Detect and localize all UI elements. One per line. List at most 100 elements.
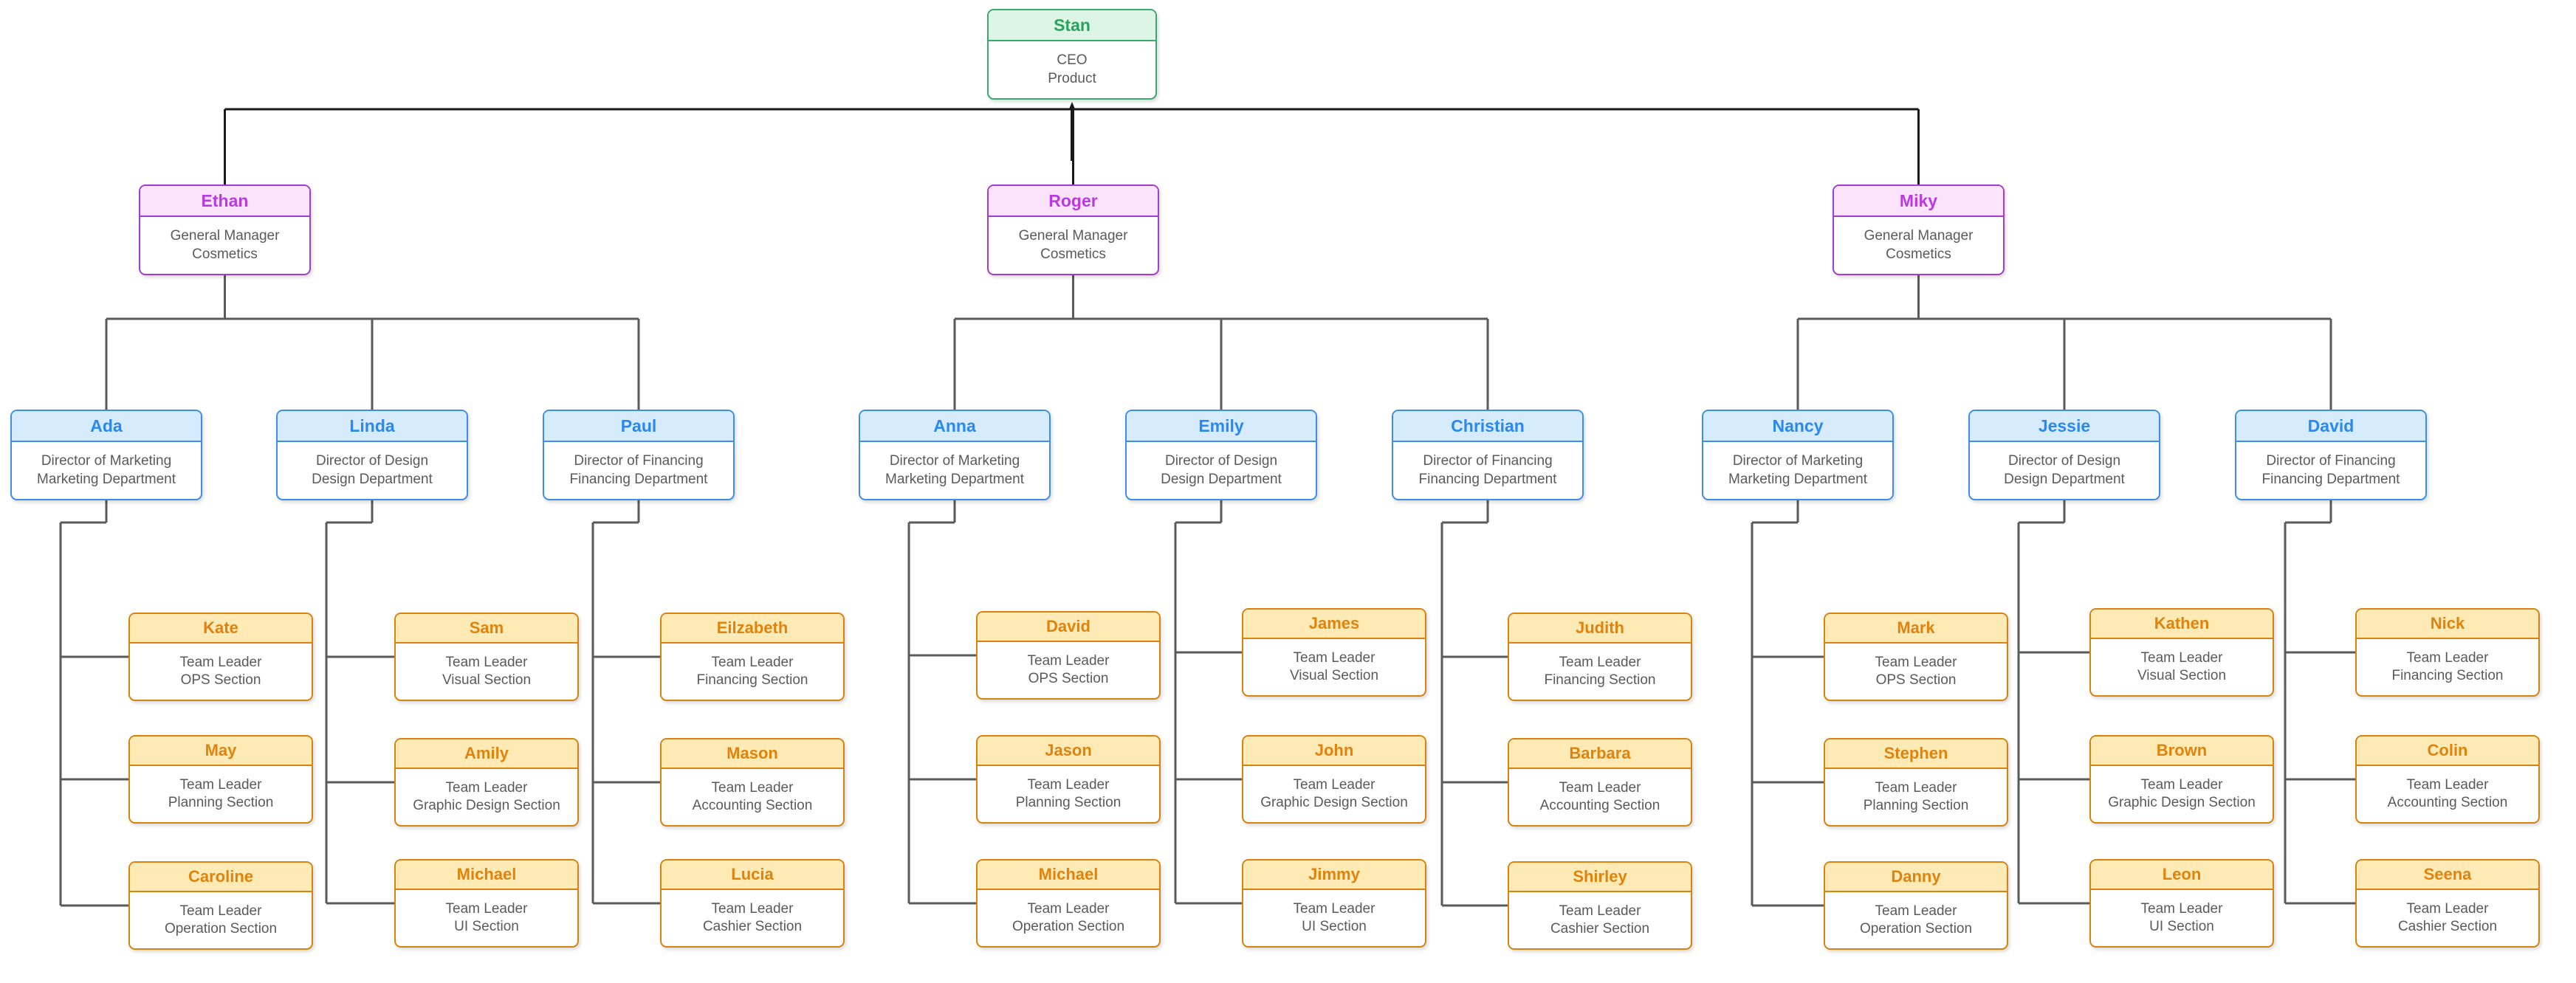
org-node-jimmy[interactable]: Jimmy Team Leader UI Section xyxy=(1242,859,1426,948)
org-node-danny[interactable]: Danny Team Leader Operation Section xyxy=(1824,861,2008,950)
org-node-name: Brown xyxy=(2091,737,2273,766)
org-node-brown[interactable]: Brown Team Leader Graphic Design Section xyxy=(2089,735,2274,824)
org-node-roger[interactable]: Roger General Manager Cosmetics xyxy=(987,184,1159,275)
org-node-details: Team Leader Graphic Design Section xyxy=(2091,766,2273,822)
org-node-unit: Financing Section xyxy=(2391,668,2504,684)
org-node-amily[interactable]: Amily Team Leader Graphic Design Section xyxy=(394,738,579,827)
org-node-unit: Cosmetics xyxy=(1886,246,1951,262)
org-node-stan[interactable]: Stan CEO Product xyxy=(987,9,1157,100)
org-node-leon[interactable]: Leon Team Leader UI Section xyxy=(2089,859,2274,948)
org-node-title: Team Leader xyxy=(2140,649,2223,666)
org-node-details: Team Leader Accounting Section xyxy=(662,769,843,825)
org-node-details: Team Leader Planning Section xyxy=(130,766,312,822)
org-node-details: Director of Financing Financing Departmen… xyxy=(544,442,733,499)
org-node-name: Stan xyxy=(989,10,1155,41)
org-node-name: John xyxy=(1243,737,1425,766)
org-node-details: Team Leader UI Section xyxy=(2091,890,2273,946)
org-node-may[interactable]: May Team Leader Planning Section xyxy=(128,735,313,824)
org-node-unit: OPS Section xyxy=(180,672,261,689)
org-node-david-ops[interactable]: David Team Leader OPS Section xyxy=(976,611,1161,700)
org-node-michael-ops[interactable]: Michael Team Leader Operation Section xyxy=(976,859,1161,948)
org-node-title: Team Leader xyxy=(1875,779,1957,796)
org-node-title: Team Leader xyxy=(1875,654,1957,670)
org-node-ada[interactable]: Ada Director of Marketing Marketing Depart… xyxy=(10,410,202,500)
org-node-jason[interactable]: Jason Team Leader Planning Section xyxy=(976,735,1161,824)
org-node-name: Barbara xyxy=(1509,739,1691,769)
org-node-title: Team Leader xyxy=(2406,776,2489,793)
org-node-nancy[interactable]: Nancy Director of Marketing Marketing Depa… xyxy=(1702,410,1894,500)
org-node-details: Team Leader OPS Section xyxy=(978,642,1159,698)
org-node-name: Stephen xyxy=(1825,739,2007,769)
org-node-colin[interactable]: Colin Team Leader Accounting Section xyxy=(2355,735,2540,824)
org-node-emily[interactable]: Emily Director of Design Design Department xyxy=(1125,410,1317,500)
org-node-details: Director of Marketing Marketing Departmen… xyxy=(860,442,1049,499)
org-node-details: Team Leader Operation Section xyxy=(978,890,1159,946)
org-node-unit: Cosmetics xyxy=(192,246,258,262)
org-node-name: Colin xyxy=(2357,737,2538,766)
org-node-ethan[interactable]: Ethan General Manager Cosmetics xyxy=(139,184,311,275)
org-node-unit: Visual Section xyxy=(442,672,532,689)
org-node-name: Kathen xyxy=(2091,610,2273,639)
org-node-mark[interactable]: Mark Team Leader OPS Section xyxy=(1824,613,2008,701)
org-node-miky[interactable]: Miky General Manager Cosmetics xyxy=(1833,184,2005,275)
org-node-unit: OPS Section xyxy=(1875,672,1957,689)
org-node-details: Team Leader Cashier Section xyxy=(662,890,843,946)
org-node-title: Team Leader xyxy=(1559,779,1641,796)
org-node-paul[interactable]: Paul Director of Financing Financing Depar… xyxy=(543,410,735,500)
org-node-details: General Manager Cosmetics xyxy=(989,217,1158,274)
org-node-stephen[interactable]: Stephen Team Leader Planning Section xyxy=(1824,738,2008,827)
org-node-name: Ethan xyxy=(140,186,309,217)
org-node-name: Mark xyxy=(1825,614,2007,644)
org-node-michael-design[interactable]: Michael Team Leader UI Section xyxy=(394,859,579,948)
org-node-title: Team Leader xyxy=(1027,900,1110,917)
org-node-unit: Visual Section xyxy=(1289,668,1379,684)
org-node-lucia[interactable]: Lucia Team Leader Cashier Section xyxy=(660,859,845,948)
org-node-mason[interactable]: Mason Team Leader Accounting Section xyxy=(660,738,845,827)
org-node-name: Ada xyxy=(12,411,201,442)
org-node-unit: Visual Section xyxy=(2137,668,2227,684)
org-node-unit: Accounting Section xyxy=(692,798,813,814)
org-node-jessie[interactable]: Jessie Director of Design Design Departmen… xyxy=(1968,410,2160,500)
org-node-details: Team Leader UI Section xyxy=(396,890,577,946)
org-node-john[interactable]: John Team Leader Graphic Design Section xyxy=(1242,735,1426,824)
org-node-name: Emily xyxy=(1127,411,1316,442)
org-node-title: Team Leader xyxy=(1027,776,1110,793)
org-node-shirley[interactable]: Shirley Team Leader Cashier Section xyxy=(1508,861,1692,950)
org-node-sam[interactable]: Sam Team Leader Visual Section xyxy=(394,613,579,701)
org-node-kathen[interactable]: Kathen Team Leader Visual Section xyxy=(2089,608,2274,697)
org-node-christian[interactable]: Christian Director of Financing Financing … xyxy=(1392,410,1584,500)
org-node-linda[interactable]: Linda Director of Design Design Department xyxy=(276,410,468,500)
org-node-title: Director of Design xyxy=(315,453,429,469)
org-node-unit: Planning Section xyxy=(1015,795,1122,811)
org-node-details: Director of Design Design Department xyxy=(1970,442,2159,499)
org-node-david-dir[interactable]: David Director of Financing Financing Depa… xyxy=(2235,410,2427,500)
org-node-name: Danny xyxy=(1825,863,2007,892)
org-node-unit: Marketing Department xyxy=(885,471,1024,487)
org-node-name: Linda xyxy=(278,411,467,442)
org-node-details: Team Leader Financing Section xyxy=(1509,644,1691,700)
org-node-eilzabeth[interactable]: Eilzabeth Team Leader Financing Section xyxy=(660,613,845,701)
org-node-name: Kate xyxy=(130,614,312,644)
org-node-james[interactable]: James Team Leader Visual Section xyxy=(1242,608,1426,697)
org-node-title: Director of Marketing xyxy=(41,453,172,469)
org-node-details: Director of Design Design Department xyxy=(278,442,467,499)
org-node-anna[interactable]: Anna Director of Marketing Marketing Depar… xyxy=(859,410,1051,500)
org-node-title: Team Leader xyxy=(445,779,528,796)
org-node-judith[interactable]: Judith Team Leader Financing Section xyxy=(1508,613,1692,701)
org-node-barbara[interactable]: Barbara Team Leader Accounting Section xyxy=(1508,738,1692,827)
org-node-caroline[interactable]: Caroline Team Leader Operation Section xyxy=(128,861,313,950)
org-node-unit: Operation Section xyxy=(1859,921,1973,937)
org-node-unit: Graphic Design Section xyxy=(413,798,560,814)
org-node-unit: UI Section xyxy=(454,919,519,935)
org-node-details: Director of Marketing Marketing Departmen… xyxy=(12,442,201,499)
org-node-details: Team Leader Visual Section xyxy=(2091,639,2273,695)
org-node-unit: UI Section xyxy=(1302,919,1367,935)
org-node-kate[interactable]: Kate Team Leader OPS Section xyxy=(128,613,313,701)
org-node-title: Team Leader xyxy=(2406,900,2489,917)
org-node-unit: Planning Section xyxy=(1863,798,1969,814)
org-node-nick[interactable]: Nick Team Leader Financing Section xyxy=(2355,608,2540,697)
org-node-unit: Cashier Section xyxy=(1550,921,1650,937)
org-node-title: General Manager xyxy=(1018,228,1128,244)
org-node-unit: Planning Section xyxy=(168,795,274,811)
org-node-seena[interactable]: Seena Team Leader Cashier Section xyxy=(2355,859,2540,948)
